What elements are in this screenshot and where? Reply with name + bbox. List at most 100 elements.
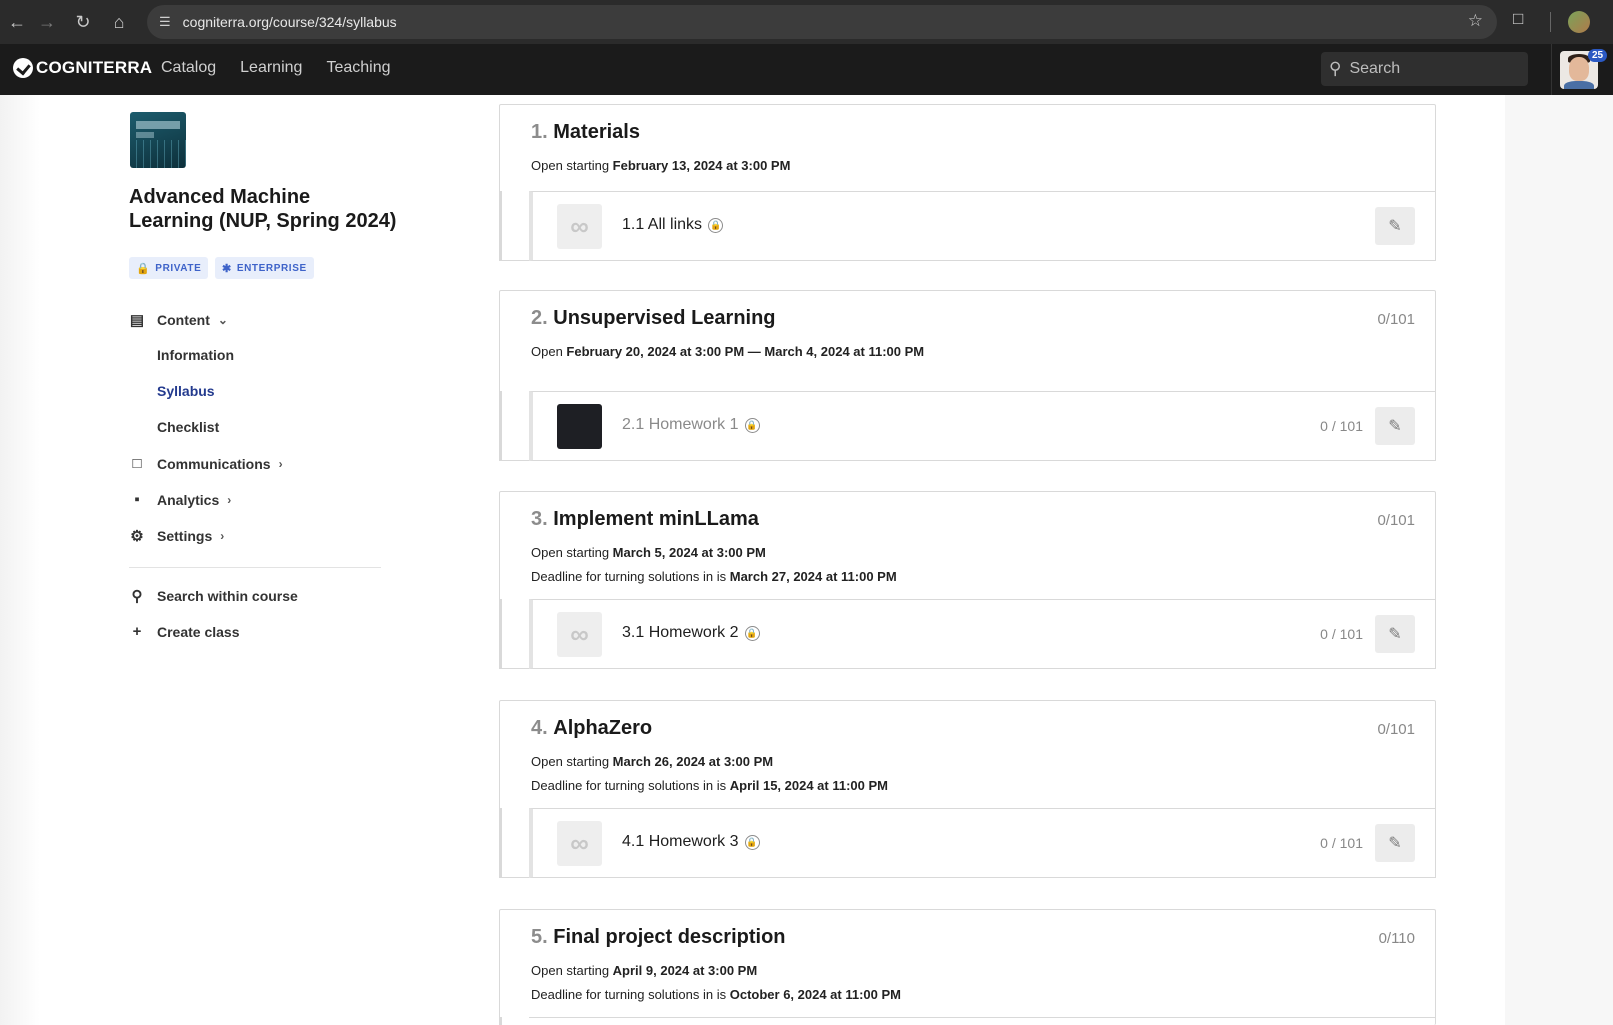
edit-pencil-button[interactable]: ✎ xyxy=(1375,207,1415,245)
section-heading: 2. Unsupervised Learning xyxy=(531,307,776,329)
sidebar-item-information[interactable]: Information xyxy=(157,347,234,363)
notification-badge: 25 xyxy=(1588,49,1608,62)
url-text[interactable]: cogniterra.org/course/324/syllabus xyxy=(183,14,397,30)
chat-bubble-icon: □ xyxy=(132,455,142,472)
nav-learning[interactable]: Learning xyxy=(240,59,302,77)
lesson-score: 0 / 101 xyxy=(1320,835,1363,851)
chevron-right-icon: › xyxy=(220,529,225,543)
nav-catalog[interactable]: Catalog xyxy=(161,59,216,77)
section-deadline: Deadline for turning solutions in is Mar… xyxy=(531,569,897,584)
bar-chart-icon: ▪ xyxy=(134,491,140,508)
lock-icon: 🔒 xyxy=(744,626,760,641)
section-heading: 4. AlphaZero xyxy=(531,717,653,739)
lesson-row[interactable]: ∞ 3.1 Homework 2 🔒 0 / 101 ✎ xyxy=(529,599,1436,669)
address-bar[interactable]: ☰ cogniterra.org/course/324/syllabus ☆ xyxy=(147,5,1497,39)
search-placeholder: Search xyxy=(1349,60,1401,77)
chevron-right-icon: › xyxy=(278,456,283,471)
section-open-date: Open starting March 26, 2024 at 3:00 PM xyxy=(531,754,774,769)
lesson-row[interactable]: ∞ 4.1 Homework 3 🔒 0 / 101 ✎ xyxy=(529,808,1436,878)
link-icon: ∞ xyxy=(557,204,602,249)
search-icon: ⚲ xyxy=(131,588,143,605)
browser-toolbar: ← → ↻ ⌂ ☰ cogniterra.org/course/324/syll… xyxy=(0,0,1613,44)
sidebar-create-class[interactable]: + Create class xyxy=(129,623,240,640)
section-title[interactable]: Materials xyxy=(553,121,640,143)
site-settings-icon[interactable]: ☰ xyxy=(159,14,171,30)
course-title: Advanced Machine Learning (NUP, Spring 2… xyxy=(129,186,397,232)
top-navigation: Catalog Learning Teaching xyxy=(161,59,390,77)
nav-teaching[interactable]: Teaching xyxy=(326,59,390,77)
chevron-right-icon: › xyxy=(227,492,232,507)
back-arrow-icon[interactable]: ← xyxy=(0,5,34,39)
lesson-score: 0 / 101 xyxy=(1320,626,1363,642)
section-deadline: Deadline for turning solutions in is Oct… xyxy=(531,987,901,1002)
sidebar-item-communications[interactable]: □ Communications › xyxy=(129,455,283,472)
search-icon: ⚲ xyxy=(1329,59,1342,78)
forward-arrow-icon[interactable]: → xyxy=(30,5,64,39)
sidebar-item-syllabus[interactable]: Syllabus xyxy=(157,383,215,399)
section-score: 0/110 xyxy=(1378,930,1415,947)
lesson-title[interactable]: 4.1 Homework 3 🔒 xyxy=(622,833,760,851)
cogniterra-logo[interactable]: COGNITERRA xyxy=(13,58,152,78)
lesson-score: 0 / 101 xyxy=(1320,418,1363,434)
section-score: 0/101 xyxy=(1377,512,1415,529)
edit-pencil-button[interactable]: ✎ xyxy=(1375,407,1415,445)
section-heading: 3. Implement minLLama xyxy=(531,508,759,530)
section-card: 3. Implement minLLama 0/101 Open startin… xyxy=(499,491,1436,669)
section-score: 0/101 xyxy=(1377,721,1415,738)
section-deadline: Deadline for turning solutions in is Apr… xyxy=(531,778,888,793)
bookmark-star-icon[interactable]: ☆ xyxy=(1468,11,1483,31)
section-title[interactable]: Final project description xyxy=(553,926,785,948)
toolbar-separator xyxy=(1550,12,1551,32)
browser-profile-avatar[interactable] xyxy=(1568,11,1590,33)
section-title[interactable]: Implement minLLama xyxy=(553,508,759,530)
lesson-row[interactable]: ∞ 1.1 All links 🔒 ✎ xyxy=(529,191,1436,261)
sidebar-divider xyxy=(129,567,381,568)
dark-thumbnail-icon xyxy=(557,404,602,449)
sidebar-item-settings[interactable]: ⚙ Settings › xyxy=(129,527,224,545)
private-badge: 🔒 PRIVATE xyxy=(129,257,209,279)
reload-icon[interactable]: ↻ xyxy=(66,5,100,39)
sidebar-item-content[interactable]: ▤ Content ⌄ xyxy=(129,311,228,329)
section-title[interactable]: Unsupervised Learning xyxy=(553,307,775,329)
section-card: 5. Final project description 0/110 Open … xyxy=(499,909,1436,1025)
sidebar-search-course[interactable]: ⚲ Search within course xyxy=(129,587,298,605)
lesson-title[interactable]: 3.1 Homework 2 🔒 xyxy=(622,624,760,642)
section-heading: 1. Materials xyxy=(531,121,640,143)
section-title[interactable]: AlphaZero xyxy=(553,717,652,739)
section-open-date: Open starting March 5, 2024 at 3:00 PM xyxy=(531,545,766,560)
lesson-title[interactable]: 2.1 Homework 1 🔒 xyxy=(622,416,760,434)
right-gutter xyxy=(1505,95,1613,1025)
extensions-icon[interactable]: □ xyxy=(1513,9,1523,29)
course-sidebar xyxy=(0,95,408,1025)
section-open-date: Open February 20, 2024 at 3:00 PM — Marc… xyxy=(531,344,925,359)
section-heading: 5. Final project description xyxy=(531,926,786,948)
link-icon: ∞ xyxy=(557,821,602,866)
course-cover-image xyxy=(130,112,186,168)
lesson-title[interactable]: 1.1 All links 🔒 xyxy=(622,216,724,234)
header-search[interactable]: ⚲ Search xyxy=(1321,52,1528,86)
home-icon[interactable]: ⌂ xyxy=(102,5,136,39)
book-icon: ▤ xyxy=(129,312,145,329)
section-card: 1. Materials Open starting February 13, … xyxy=(499,104,1436,261)
chevron-down-icon: ⌄ xyxy=(217,313,228,327)
lesson-row-top-edge xyxy=(529,1017,1436,1018)
enterprise-icon: ✱ xyxy=(222,262,232,275)
sidebar-item-analytics[interactable]: ▪ Analytics › xyxy=(129,491,231,508)
gear-icon: ⚙ xyxy=(130,528,144,545)
lesson-row[interactable]: 2.1 Homework 1 🔒 0 / 101 ✎ xyxy=(529,391,1436,461)
app-header: COGNITERRA Catalog Learning Teaching ⚲ S… xyxy=(0,44,1613,95)
logo-mark-icon xyxy=(13,58,33,78)
plus-icon: + xyxy=(132,623,142,640)
lock-icon: 🔒 xyxy=(708,218,724,233)
lock-icon: 🔒 xyxy=(744,418,760,433)
section-open-date: Open starting February 13, 2024 at 3:00 … xyxy=(531,158,791,173)
edit-pencil-button[interactable]: ✎ xyxy=(1375,615,1415,653)
section-score: 0/101 xyxy=(1377,311,1415,328)
lock-icon: 🔒 xyxy=(136,262,151,275)
link-icon: ∞ xyxy=(557,612,602,657)
lock-icon: 🔒 xyxy=(744,835,760,850)
edit-pencil-button[interactable]: ✎ xyxy=(1375,824,1415,862)
section-open-date: Open starting April 9, 2024 at 3:00 PM xyxy=(531,963,758,978)
sidebar-item-checklist[interactable]: Checklist xyxy=(157,419,219,435)
header-divider xyxy=(1551,44,1552,95)
